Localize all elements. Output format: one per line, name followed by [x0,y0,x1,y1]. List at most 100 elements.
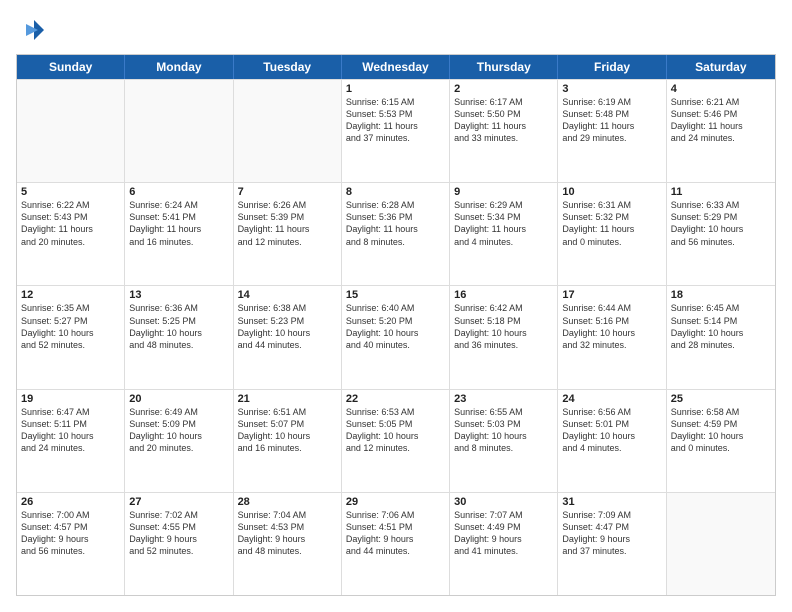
cell-info: Sunrise: 6:22 AM Sunset: 5:43 PM Dayligh… [21,199,120,248]
cal-cell-2-4: 16Sunrise: 6:42 AM Sunset: 5:18 PM Dayli… [450,286,558,388]
day-number: 4 [671,83,771,95]
cal-cell-3-6: 25Sunrise: 6:58 AM Sunset: 4:59 PM Dayli… [667,390,775,492]
cal-cell-0-4: 2Sunrise: 6:17 AM Sunset: 5:50 PM Daylig… [450,80,558,182]
cal-cell-2-1: 13Sunrise: 6:36 AM Sunset: 5:25 PM Dayli… [125,286,233,388]
cell-info: Sunrise: 6:28 AM Sunset: 5:36 PM Dayligh… [346,199,445,248]
day-number: 14 [238,289,337,301]
calendar-header: SundayMondayTuesdayWednesdayThursdayFrid… [17,55,775,79]
cell-info: Sunrise: 6:53 AM Sunset: 5:05 PM Dayligh… [346,406,445,455]
cal-cell-3-4: 23Sunrise: 6:55 AM Sunset: 5:03 PM Dayli… [450,390,558,492]
cal-cell-4-4: 30Sunrise: 7:07 AM Sunset: 4:49 PM Dayli… [450,493,558,595]
cell-info: Sunrise: 6:19 AM Sunset: 5:48 PM Dayligh… [562,96,661,145]
cal-cell-2-2: 14Sunrise: 6:38 AM Sunset: 5:23 PM Dayli… [234,286,342,388]
day-number: 25 [671,393,771,405]
cell-info: Sunrise: 6:42 AM Sunset: 5:18 PM Dayligh… [454,302,553,351]
day-number: 27 [129,496,228,508]
cal-cell-0-1 [125,80,233,182]
day-number: 31 [562,496,661,508]
cal-row-4: 26Sunrise: 7:00 AM Sunset: 4:57 PM Dayli… [17,492,775,595]
weekday-header-sunday: Sunday [17,55,125,79]
weekday-header-friday: Friday [558,55,666,79]
weekday-header-thursday: Thursday [450,55,558,79]
cal-cell-3-2: 21Sunrise: 6:51 AM Sunset: 5:07 PM Dayli… [234,390,342,492]
calendar: SundayMondayTuesdayWednesdayThursdayFrid… [16,54,776,596]
cell-info: Sunrise: 7:02 AM Sunset: 4:55 PM Dayligh… [129,509,228,558]
cal-cell-1-1: 6Sunrise: 6:24 AM Sunset: 5:41 PM Daylig… [125,183,233,285]
cell-info: Sunrise: 6:49 AM Sunset: 5:09 PM Dayligh… [129,406,228,455]
cell-info: Sunrise: 6:21 AM Sunset: 5:46 PM Dayligh… [671,96,771,145]
cal-cell-3-5: 24Sunrise: 6:56 AM Sunset: 5:01 PM Dayli… [558,390,666,492]
day-number: 8 [346,186,445,198]
day-number: 29 [346,496,445,508]
day-number: 22 [346,393,445,405]
day-number: 3 [562,83,661,95]
weekday-header-wednesday: Wednesday [342,55,450,79]
day-number: 9 [454,186,553,198]
cell-info: Sunrise: 7:09 AM Sunset: 4:47 PM Dayligh… [562,509,661,558]
day-number: 7 [238,186,337,198]
cal-cell-2-5: 17Sunrise: 6:44 AM Sunset: 5:16 PM Dayli… [558,286,666,388]
cal-cell-1-0: 5Sunrise: 6:22 AM Sunset: 5:43 PM Daylig… [17,183,125,285]
cal-cell-3-1: 20Sunrise: 6:49 AM Sunset: 5:09 PM Dayli… [125,390,233,492]
cal-cell-0-2 [234,80,342,182]
cal-cell-0-5: 3Sunrise: 6:19 AM Sunset: 5:48 PM Daylig… [558,80,666,182]
cell-info: Sunrise: 7:06 AM Sunset: 4:51 PM Dayligh… [346,509,445,558]
day-number: 19 [21,393,120,405]
day-number: 17 [562,289,661,301]
cal-cell-3-3: 22Sunrise: 6:53 AM Sunset: 5:05 PM Dayli… [342,390,450,492]
cell-info: Sunrise: 6:15 AM Sunset: 5:53 PM Dayligh… [346,96,445,145]
cell-info: Sunrise: 6:36 AM Sunset: 5:25 PM Dayligh… [129,302,228,351]
cal-cell-4-1: 27Sunrise: 7:02 AM Sunset: 4:55 PM Dayli… [125,493,233,595]
page: SundayMondayTuesdayWednesdayThursdayFrid… [0,0,792,612]
day-number: 11 [671,186,771,198]
day-number: 28 [238,496,337,508]
cal-cell-4-6 [667,493,775,595]
cell-info: Sunrise: 6:35 AM Sunset: 5:27 PM Dayligh… [21,302,120,351]
day-number: 13 [129,289,228,301]
cell-info: Sunrise: 6:58 AM Sunset: 4:59 PM Dayligh… [671,406,771,455]
cal-cell-4-3: 29Sunrise: 7:06 AM Sunset: 4:51 PM Dayli… [342,493,450,595]
day-number: 12 [21,289,120,301]
cal-row-3: 19Sunrise: 6:47 AM Sunset: 5:11 PM Dayli… [17,389,775,492]
cal-cell-1-2: 7Sunrise: 6:26 AM Sunset: 5:39 PM Daylig… [234,183,342,285]
cell-info: Sunrise: 7:00 AM Sunset: 4:57 PM Dayligh… [21,509,120,558]
cal-row-0: 1Sunrise: 6:15 AM Sunset: 5:53 PM Daylig… [17,79,775,182]
cell-info: Sunrise: 6:33 AM Sunset: 5:29 PM Dayligh… [671,199,771,248]
cell-info: Sunrise: 6:26 AM Sunset: 5:39 PM Dayligh… [238,199,337,248]
day-number: 10 [562,186,661,198]
cell-info: Sunrise: 6:17 AM Sunset: 5:50 PM Dayligh… [454,96,553,145]
cal-row-2: 12Sunrise: 6:35 AM Sunset: 5:27 PM Dayli… [17,285,775,388]
day-number: 15 [346,289,445,301]
logo [16,16,48,44]
header [16,16,776,44]
cell-info: Sunrise: 6:45 AM Sunset: 5:14 PM Dayligh… [671,302,771,351]
cell-info: Sunrise: 7:04 AM Sunset: 4:53 PM Dayligh… [238,509,337,558]
cal-cell-4-0: 26Sunrise: 7:00 AM Sunset: 4:57 PM Dayli… [17,493,125,595]
cal-cell-2-0: 12Sunrise: 6:35 AM Sunset: 5:27 PM Dayli… [17,286,125,388]
cell-info: Sunrise: 6:31 AM Sunset: 5:32 PM Dayligh… [562,199,661,248]
cal-cell-1-3: 8Sunrise: 6:28 AM Sunset: 5:36 PM Daylig… [342,183,450,285]
day-number: 5 [21,186,120,198]
cell-info: Sunrise: 6:24 AM Sunset: 5:41 PM Dayligh… [129,199,228,248]
day-number: 6 [129,186,228,198]
day-number: 2 [454,83,553,95]
day-number: 23 [454,393,553,405]
day-number: 21 [238,393,337,405]
cell-info: Sunrise: 6:56 AM Sunset: 5:01 PM Dayligh… [562,406,661,455]
weekday-header-tuesday: Tuesday [234,55,342,79]
logo-icon [16,16,44,44]
cal-cell-1-5: 10Sunrise: 6:31 AM Sunset: 5:32 PM Dayli… [558,183,666,285]
cell-info: Sunrise: 7:07 AM Sunset: 4:49 PM Dayligh… [454,509,553,558]
day-number: 24 [562,393,661,405]
day-number: 20 [129,393,228,405]
cell-info: Sunrise: 6:51 AM Sunset: 5:07 PM Dayligh… [238,406,337,455]
calendar-body: 1Sunrise: 6:15 AM Sunset: 5:53 PM Daylig… [17,79,775,595]
cal-cell-4-2: 28Sunrise: 7:04 AM Sunset: 4:53 PM Dayli… [234,493,342,595]
day-number: 1 [346,83,445,95]
cal-cell-0-6: 4Sunrise: 6:21 AM Sunset: 5:46 PM Daylig… [667,80,775,182]
day-number: 30 [454,496,553,508]
weekday-header-saturday: Saturday [667,55,775,79]
cal-cell-2-3: 15Sunrise: 6:40 AM Sunset: 5:20 PM Dayli… [342,286,450,388]
cal-cell-1-4: 9Sunrise: 6:29 AM Sunset: 5:34 PM Daylig… [450,183,558,285]
cell-info: Sunrise: 6:44 AM Sunset: 5:16 PM Dayligh… [562,302,661,351]
